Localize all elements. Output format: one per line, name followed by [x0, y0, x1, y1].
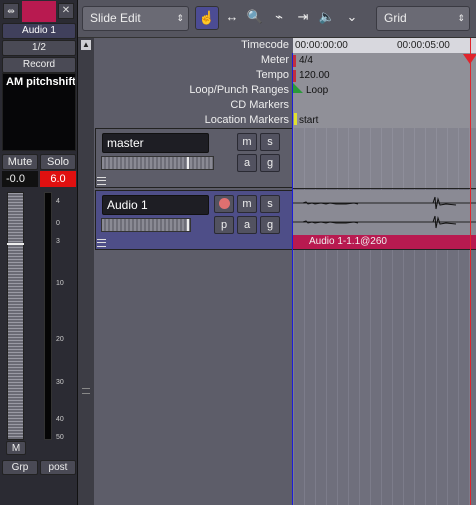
master-mute-button[interactable]: m	[237, 133, 257, 151]
audio-name-field[interactable]: Audio 1	[102, 195, 209, 215]
audio-group-button[interactable]: g	[260, 216, 280, 234]
peak-display[interactable]: 6.0	[40, 171, 76, 187]
master-automation-button[interactable]: a	[237, 154, 257, 172]
record-arm-button[interactable]	[214, 195, 234, 213]
menu-icon[interactable]	[97, 177, 106, 185]
edit-mode-select[interactable]: Slide Edit ⇕	[82, 6, 189, 31]
solo-button[interactable]: Solo	[40, 154, 76, 170]
grab-tool-icon[interactable]: ☝	[195, 6, 219, 30]
meter-marker-icon	[293, 55, 296, 67]
edit-point-line	[292, 53, 293, 505]
toolbar: Slide Edit ⇕ ☝ ↔ 🔍 ⌁ ⇥ 🔈 ⌄ Grid ⇕	[78, 0, 476, 38]
playhead-marker-icon[interactable]	[463, 54, 476, 64]
scroll-gutter: ▲	[78, 38, 94, 505]
loop-punch-ruler[interactable]: Loop	[293, 83, 476, 98]
record-icon	[218, 198, 230, 209]
location-markers-label: Location Markers	[204, 114, 289, 126]
gain-display[interactable]: -0.0	[2, 171, 38, 187]
range-tool-icon[interactable]: ↔	[221, 6, 243, 30]
grip-icon[interactable]	[82, 388, 90, 394]
meter-point-post[interactable]: post	[40, 460, 76, 475]
master-track-header[interactable]: master m s a g	[95, 128, 293, 188]
audio-region[interactable]	[293, 190, 476, 236]
gain-fader[interactable]	[7, 192, 24, 440]
audio-mute-button[interactable]: m	[237, 195, 257, 213]
processor-box[interactable]: AM pitchshifte	[2, 73, 76, 151]
level-meter	[44, 192, 52, 440]
waveform	[293, 196, 476, 229]
meter-point-button[interactable]: M	[6, 441, 26, 455]
master-group-button[interactable]: g	[260, 154, 280, 172]
tempo-ruler[interactable]: 120.00	[293, 68, 476, 83]
chevron-down-icon[interactable]: ⌄	[341, 6, 363, 30]
menu-icon[interactable]	[97, 239, 106, 247]
zoom-tool-icon[interactable]: 🔍	[244, 6, 266, 30]
region-name-bar[interactable]: Audio 1-1.1@260	[293, 235, 476, 249]
tempo-marker-icon	[293, 70, 296, 82]
playlist-button[interactable]: p	[214, 216, 234, 234]
record-button[interactable]: Record	[2, 57, 76, 73]
collapse-icon[interactable]: ▲	[81, 40, 91, 50]
timecode-label: Timecode	[241, 39, 289, 51]
master-solo-button[interactable]: s	[260, 133, 280, 151]
loop-marker-icon[interactable]	[293, 83, 303, 93]
mute-button[interactable]: Mute	[2, 154, 38, 170]
fader-handle[interactable]	[7, 243, 24, 245]
snap-mode-select[interactable]: Grid ⇕	[376, 6, 470, 31]
cd-markers-ruler[interactable]	[293, 98, 476, 113]
meter-ruler[interactable]: 4/4	[293, 53, 476, 68]
loop-punch-label: Loop/Punch Ranges	[189, 84, 289, 96]
tempo-label: Tempo	[255, 69, 289, 81]
close-icon[interactable]: ✕	[58, 3, 74, 19]
draw-tool-icon[interactable]: ⌁	[268, 6, 290, 30]
master-name-field[interactable]: master	[102, 133, 209, 153]
meter-label: Meter	[260, 54, 289, 66]
cd-markers-label: CD Markers	[230, 99, 289, 111]
master-gain-slider[interactable]	[101, 156, 214, 170]
slider-handle[interactable]	[187, 157, 189, 169]
start-marker-icon[interactable]	[294, 113, 297, 125]
plugin-entry[interactable]: AM pitchshifte	[3, 74, 75, 90]
edit-mode-label: Slide Edit	[90, 11, 141, 25]
audio-solo-button[interactable]: s	[260, 195, 280, 213]
timecode-ruler[interactable]: 00:00:00:00 00:00:05:00	[293, 38, 476, 53]
playhead-line[interactable]	[470, 38, 471, 505]
strip-name-button[interactable]: Audio 1	[2, 23, 76, 39]
updown-icon: ⇕	[457, 13, 465, 23]
meter-scale: 4 0 3 10 20 30 40 50	[56, 198, 64, 441]
width-toggle-icon[interactable]: ⇹	[3, 3, 19, 19]
audio-lane[interactable]: Audio 1-1.1@260	[293, 190, 476, 250]
master-lane[interactable]	[293, 128, 476, 189]
stretch-tool-icon[interactable]: ⇥	[292, 6, 314, 30]
slider-handle[interactable]	[187, 219, 189, 231]
audio-gain-slider[interactable]	[101, 218, 191, 232]
audio-track-header[interactable]: Audio 1 m s p a g	[95, 190, 293, 250]
location-markers-ruler[interactable]: start	[293, 113, 476, 128]
track-color-swatch	[22, 1, 56, 22]
group-button[interactable]: Grp	[2, 460, 38, 475]
mixer-strip: ⇹ ✕ Audio 1 1/2 Record AM pitchshifte Mu…	[0, 0, 78, 505]
snap-mode-label: Grid	[384, 11, 407, 25]
updown-icon: ⇕	[176, 13, 184, 23]
audio-automation-button[interactable]: a	[237, 216, 257, 234]
audition-tool-icon[interactable]: 🔈	[316, 6, 338, 30]
editor-window: ⇹ ✕ Audio 1 1/2 Record AM pitchshifte Mu…	[0, 0, 476, 505]
input-button[interactable]: 1/2	[2, 40, 76, 56]
